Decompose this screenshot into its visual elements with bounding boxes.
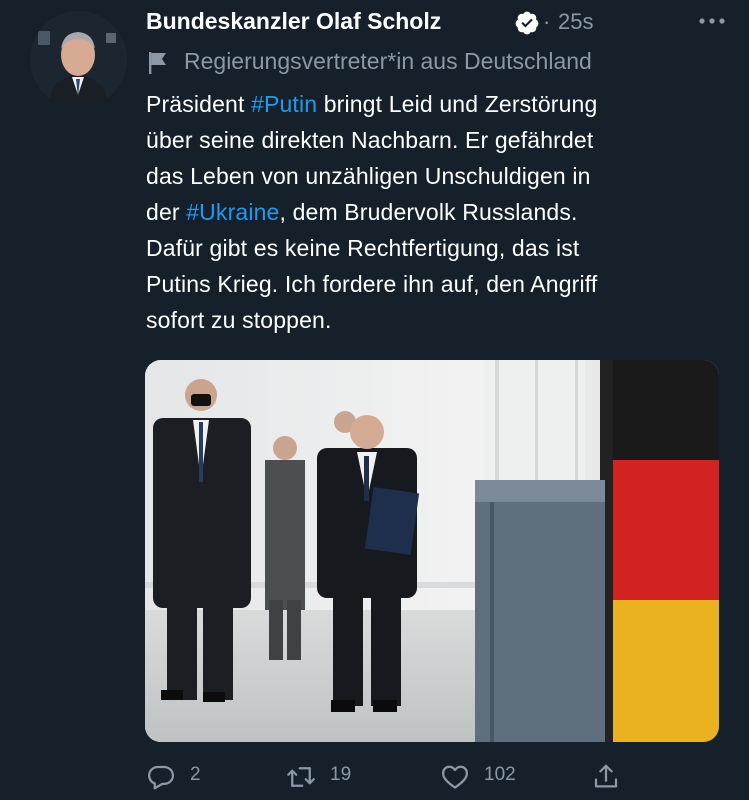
tweet-text-segment: , dem Brudervolk Russlands. xyxy=(279,199,578,225)
tweet-text-segment: der xyxy=(146,199,187,225)
like-count: 102 xyxy=(484,764,516,785)
reply-icon xyxy=(148,765,174,790)
tweet-actions: 2 19 102 xyxy=(146,758,736,794)
reply-count: 2 xyxy=(190,764,201,785)
share-icon xyxy=(594,764,618,788)
time-separator: · xyxy=(543,9,551,34)
tweet-header: Bundeskanzler Olaf Scholz · 25s xyxy=(146,6,733,42)
flag-icon xyxy=(149,52,166,74)
tweet-text-line: das Leben von unzähligen Unschuldigen in xyxy=(146,158,726,194)
hashtag-link[interactable]: #Ukraine xyxy=(186,199,279,225)
tweet-media[interactable] xyxy=(145,360,719,742)
heart-icon xyxy=(442,765,468,789)
tweet-text-segment: Präsident xyxy=(146,91,252,117)
more-options-icon[interactable] xyxy=(695,6,729,36)
tweet-text-line: Dafür gibt es keine Rechtfertigung, das … xyxy=(146,230,726,266)
hashtag-link[interactable]: #Putin xyxy=(251,91,317,117)
retweet-icon xyxy=(287,767,315,787)
tweet-text-line: Putins Krieg. Ich fordere ihn auf, den A… xyxy=(146,266,726,302)
tweet-text-segment: bringt Leid und Zerstörung xyxy=(317,91,598,117)
tweet-text-line: über seine direkten Nachbarn. Er gefährd… xyxy=(146,122,726,158)
avatar[interactable] xyxy=(30,11,127,108)
tweet-text-segment: Putins Krieg. Ich fordere ihn auf, den A… xyxy=(146,271,598,297)
tweet-text-segment: das Leben von unzähligen Unschuldigen in xyxy=(146,163,591,189)
tweet-text-segment: über seine direkten Nachbarn. Er gefährd… xyxy=(146,127,594,153)
author-name[interactable]: Bundeskanzler Olaf Scholz xyxy=(146,8,441,35)
tweet-text-line: der #Ukraine, dem Brudervolk Russlands. xyxy=(146,194,726,230)
tweet-text-line: Präsident #Putin bringt Leid und Zerstör… xyxy=(146,86,726,122)
tweet-text-segment: sofort zu stoppen. xyxy=(146,307,332,333)
government-label-text: Regierungsvertreter*in aus Deutschland xyxy=(184,48,592,74)
tweet-time[interactable]: 25s xyxy=(558,9,593,35)
avatar-photo xyxy=(30,11,127,108)
tweet-text-segment: Dafür gibt es keine Rechtfertigung, das … xyxy=(146,235,580,261)
tweet-photo xyxy=(145,360,719,742)
tweet-text: Präsident #Putin bringt Leid und Zerstör… xyxy=(146,86,726,338)
verified-badge-icon xyxy=(515,11,539,35)
retweet-count: 19 xyxy=(330,764,352,785)
tweet-text-line: sofort zu stoppen. xyxy=(146,302,726,338)
